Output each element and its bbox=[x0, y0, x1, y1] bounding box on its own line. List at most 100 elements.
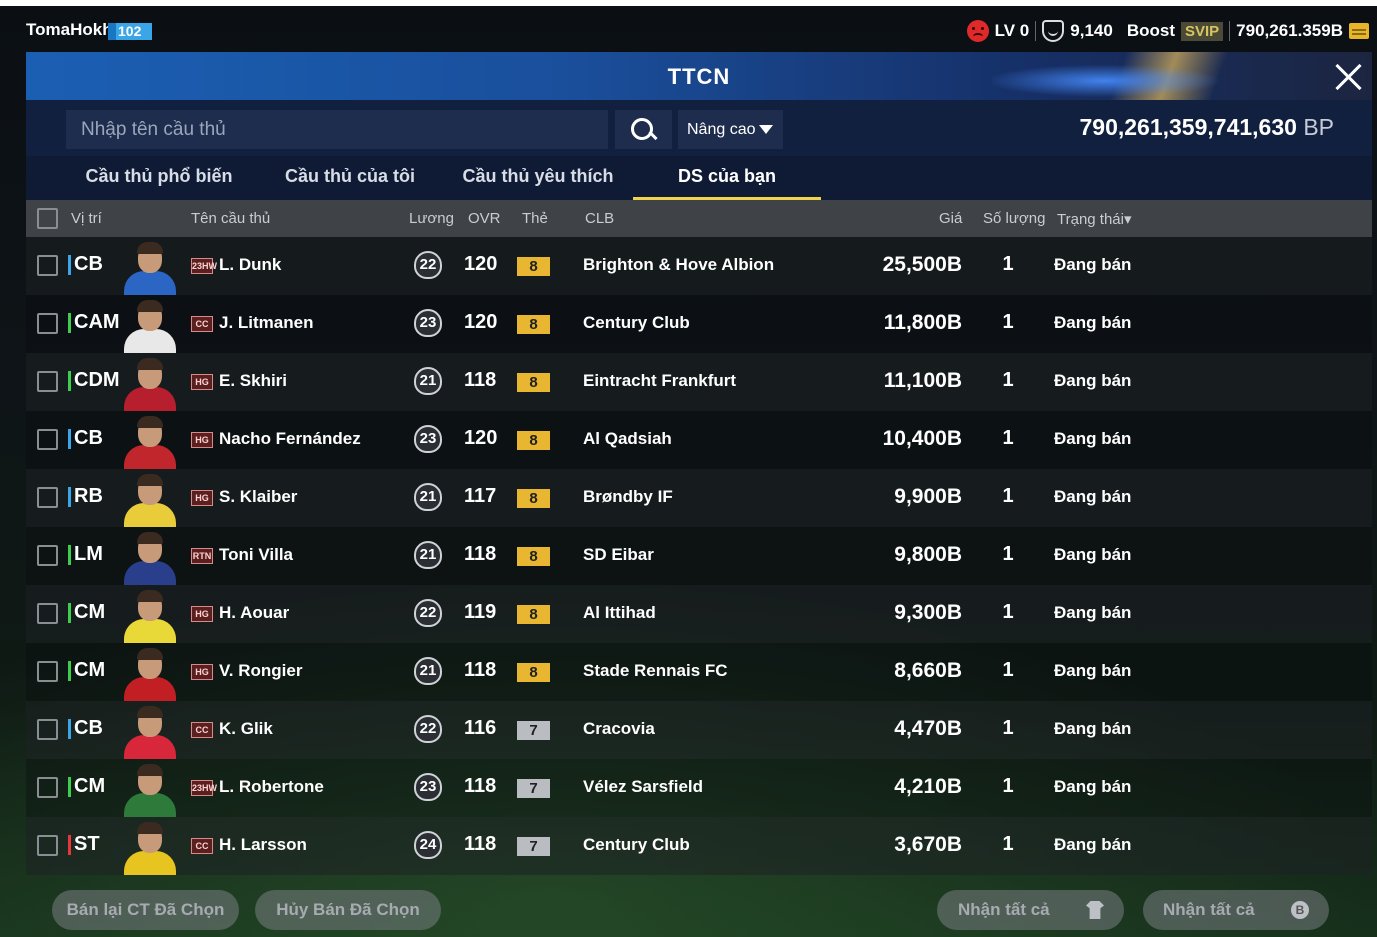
header-quantity[interactable]: Số lượng bbox=[983, 210, 1045, 227]
table-row[interactable]: CM HG H. Aouar 22 119 8 Al Ittihad 9,300B 1 Đang … bbox=[26, 585, 1372, 643]
player-name: L. Robertone bbox=[219, 777, 324, 796]
upgrade-level-badge: 7 bbox=[517, 779, 550, 798]
position-label: CDM bbox=[68, 369, 120, 392]
row-checkbox[interactable] bbox=[37, 835, 58, 856]
position-text: CB bbox=[74, 717, 103, 739]
status-label: Đang bán bbox=[1054, 487, 1132, 506]
player-hair bbox=[137, 416, 163, 428]
table-row[interactable]: CDM HG E. Skhiri 21 118 8 Eintracht Frankfurt 1… bbox=[26, 353, 1372, 411]
table-row[interactable]: CM HG V. Rongier 21 118 8 Stade Rennais FC 8,66… bbox=[26, 643, 1372, 701]
coin-balance: 790,261.359B bbox=[1236, 21, 1343, 40]
ovr-value: 117 bbox=[464, 485, 497, 507]
season-badge: CC bbox=[191, 838, 213, 854]
salary-badge: 23 bbox=[414, 309, 442, 337]
header-status[interactable]: Trạng thái▾ bbox=[1057, 210, 1132, 228]
table-row[interactable]: CB HG Nacho Fernández 23 120 8 Al Qadsiah 10,40… bbox=[26, 411, 1372, 469]
table-row[interactable]: CB CC K. Glik 22 116 7 Cracovia 4,470B 1 Đang bán bbox=[26, 701, 1372, 759]
row-checkbox[interactable] bbox=[37, 255, 58, 276]
header-club[interactable]: CLB bbox=[585, 210, 614, 227]
header-salary[interactable]: Lương bbox=[409, 210, 454, 227]
search-row: Nâng cao 790,261,359,741,630 BP bbox=[26, 100, 1372, 156]
player-search-input[interactable] bbox=[66, 110, 608, 149]
table-row[interactable]: CAM CC J. Litmanen 23 120 8 Century Club 11,800… bbox=[26, 295, 1372, 353]
row-checkbox[interactable] bbox=[37, 603, 58, 624]
player-avatar[interactable] bbox=[122, 531, 178, 585]
header-name[interactable]: Tên cầu thủ bbox=[191, 210, 270, 227]
player-name: Nacho Fernández bbox=[219, 429, 361, 448]
club-name: Brøndby IF bbox=[583, 487, 673, 506]
row-checkbox[interactable] bbox=[37, 545, 58, 566]
transfer-market-panel: TTCN Nâng cao 790,261,359,741,630 BP Cầu… bbox=[26, 52, 1372, 937]
header-price[interactable]: Giá bbox=[939, 210, 962, 227]
claim-all-players-button[interactable]: Nhận tất cả bbox=[937, 890, 1124, 930]
close-icon[interactable] bbox=[1332, 60, 1364, 92]
upgrade-level-badge: 8 bbox=[517, 257, 550, 276]
coin-icon bbox=[1349, 23, 1369, 39]
quantity-value: 1 bbox=[1002, 833, 1014, 855]
tab-my-listings[interactable]: DS của bạn bbox=[633, 166, 821, 200]
player-avatar[interactable] bbox=[122, 705, 178, 759]
season-badge: HG bbox=[191, 490, 213, 506]
tab-popular-players[interactable]: Cầu thủ phổ biến bbox=[84, 166, 234, 200]
currency-bar: LV 0 9,140 Boost SVIP 790,261.359B bbox=[966, 18, 1369, 44]
position-label: ST bbox=[68, 833, 100, 856]
player-avatar[interactable] bbox=[122, 241, 178, 295]
row-checkbox[interactable] bbox=[37, 313, 58, 334]
header-ovr[interactable]: OVR bbox=[468, 210, 501, 227]
ovr-value: 118 bbox=[464, 833, 497, 855]
status-label: Đang bán bbox=[1054, 661, 1132, 680]
bp-unit: BP bbox=[1303, 114, 1334, 140]
table-header: Vị trí Tên cầu thủ Lương OVR Thẻ CLB Giá… bbox=[26, 200, 1372, 237]
claim-all-bp-button[interactable]: Nhận tất cả B bbox=[1143, 890, 1329, 930]
salary-badge: 21 bbox=[414, 657, 442, 685]
select-all-checkbox[interactable] bbox=[37, 208, 58, 229]
row-checkbox[interactable] bbox=[37, 661, 58, 682]
row-checkbox[interactable] bbox=[37, 487, 58, 508]
club-name: Stade Rennais FC bbox=[583, 661, 728, 680]
row-checkbox[interactable] bbox=[37, 719, 58, 740]
player-avatar[interactable] bbox=[122, 589, 178, 643]
season-badge: 23HW bbox=[191, 258, 217, 274]
level-badge: 102 bbox=[108, 23, 152, 40]
player-avatar[interactable] bbox=[122, 473, 178, 527]
boost-label[interactable]: Boost bbox=[1127, 21, 1175, 41]
table-row[interactable]: RB HG S. Klaiber 21 117 8 Brøndby IF 9,900B 1 Đan… bbox=[26, 469, 1372, 527]
player-name: Toni Villa bbox=[219, 545, 293, 564]
panel-header: TTCN bbox=[26, 52, 1372, 100]
status-label: Đang bán bbox=[1054, 777, 1132, 796]
player-avatar[interactable] bbox=[122, 763, 178, 817]
table-row[interactable]: ST CC H. Larsson 24 118 7 Century Club 3,670B 1 Đ… bbox=[26, 817, 1372, 875]
player-avatar[interactable] bbox=[122, 821, 178, 875]
position-bar bbox=[68, 429, 71, 449]
player-avatar[interactable] bbox=[122, 647, 178, 701]
club-name: SD Eibar bbox=[583, 545, 654, 564]
header-position[interactable]: Vị trí bbox=[71, 210, 102, 227]
player-avatar[interactable] bbox=[122, 357, 178, 411]
player-name: H. Larsson bbox=[219, 835, 307, 854]
advanced-filter-dropdown[interactable]: Nâng cao bbox=[678, 110, 783, 149]
ovr-value: 118 bbox=[464, 369, 497, 391]
row-checkbox[interactable] bbox=[37, 777, 58, 798]
table-row[interactable]: CM 23HW L. Robertone 23 118 7 Vélez Sarsfield 4… bbox=[26, 759, 1372, 817]
resell-selected-button[interactable]: Bán lại CT Đã Chọn bbox=[52, 890, 239, 930]
salary-badge: 21 bbox=[414, 541, 442, 569]
table-row[interactable]: CB 23HW L. Dunk 22 120 8 Brighton & Hove Albio… bbox=[26, 237, 1372, 295]
ovr-value: 120 bbox=[464, 427, 498, 449]
search-icon[interactable] bbox=[615, 110, 672, 149]
player-hair bbox=[137, 706, 163, 718]
cancel-selected-button[interactable]: Hủy Bán Đã Chọn bbox=[255, 890, 441, 930]
player-kit bbox=[124, 387, 176, 411]
header-card[interactable]: Thẻ bbox=[522, 210, 548, 227]
svip-badge[interactable]: SVIP bbox=[1180, 21, 1224, 41]
player-avatar[interactable] bbox=[122, 299, 178, 353]
row-checkbox[interactable] bbox=[37, 371, 58, 392]
player-avatar[interactable] bbox=[122, 415, 178, 469]
ovr-value: 116 bbox=[464, 717, 497, 739]
tab-favorite-players[interactable]: Cầu thủ yêu thích bbox=[462, 166, 614, 200]
season-badge: 23HW bbox=[191, 780, 217, 796]
tab-my-players[interactable]: Cầu thủ của tôi bbox=[276, 166, 424, 200]
table-row[interactable]: LM RTN Toni Villa 21 118 8 SD Eibar 9,800B 1 Đang… bbox=[26, 527, 1372, 585]
position-label: RB bbox=[68, 485, 103, 508]
row-checkbox[interactable] bbox=[37, 429, 58, 450]
club-name: Eintracht Frankfurt bbox=[583, 371, 737, 390]
